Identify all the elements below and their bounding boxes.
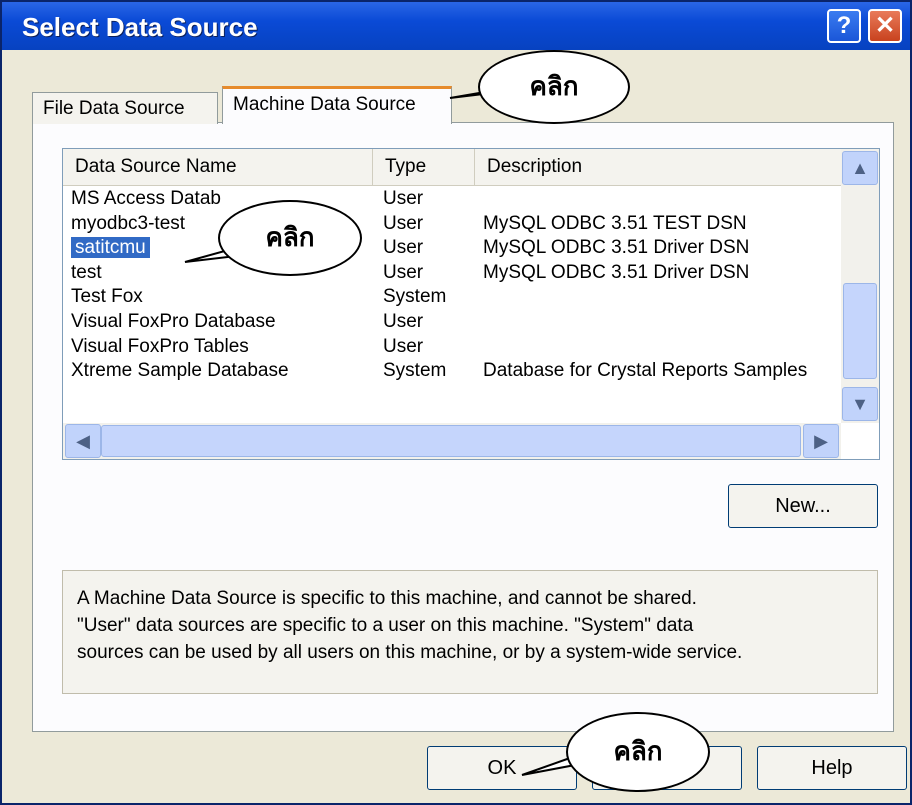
selected-name: satitcmu [71, 237, 150, 259]
table-row[interactable]: myodbc3-test User MySQL ODBC 3.51 TEST D… [63, 212, 841, 237]
table-row[interactable]: Test Fox System [63, 285, 841, 310]
data-source-list[interactable]: Data Source Name Type Description MS Acc… [62, 148, 880, 460]
row-name: Test Fox [71, 286, 143, 308]
row-type: User [383, 261, 424, 283]
title-bar[interactable]: Select Data Source ? ✕ [2, 2, 910, 50]
table-row-selected[interactable]: satitcmu User MySQL ODBC 3.51 Driver DSN [63, 236, 841, 261]
table-row[interactable]: MS Access Datab User [63, 187, 841, 212]
row-description: MySQL ODBC 3.51 Driver DSN [483, 237, 750, 259]
horizontal-scrollbar[interactable]: ◀ ▶ [63, 423, 841, 459]
row-description: Database for Crystal Reports Samples [483, 360, 808, 382]
help-button[interactable]: Help [757, 746, 907, 790]
row-name: Visual FoxPro Tables [71, 335, 249, 357]
table-row[interactable]: test User MySQL ODBC 3.51 Driver DSN [63, 261, 841, 286]
list-rows: MS Access Datab User myodbc3-test User M… [63, 187, 841, 384]
dialog-window: Select Data Source ? ✕ File Data Source … [0, 0, 912, 805]
scroll-up-icon[interactable]: ▲ [842, 151, 878, 185]
tab-file-data-source[interactable]: File Data Source [32, 92, 218, 124]
table-row[interactable]: Xtreme Sample Database System Database f… [63, 359, 841, 384]
tab-machine-data-source[interactable]: Machine Data Source [222, 86, 452, 124]
row-description: MySQL ODBC 3.51 TEST DSN [483, 212, 747, 234]
vertical-scrollbar[interactable]: ▲ ▼ [841, 149, 879, 423]
table-row[interactable]: Visual FoxPro Database User [63, 310, 841, 335]
window-title: Select Data Source [22, 12, 258, 42]
callout-click-row: คลิก [218, 200, 362, 276]
scroll-left-icon[interactable]: ◀ [65, 424, 101, 458]
horizontal-scroll-thumb[interactable] [101, 425, 801, 457]
row-type: System [383, 286, 447, 308]
info-line: "User" data sources are specific to a us… [77, 615, 694, 636]
row-type: User [383, 212, 424, 234]
info-line: A Machine Data Source is specific to thi… [77, 588, 697, 609]
row-type: System [383, 360, 447, 382]
scroll-down-icon[interactable]: ▼ [842, 387, 878, 421]
vertical-scroll-thumb[interactable] [843, 283, 877, 379]
row-type: User [383, 237, 424, 259]
help-title-button[interactable]: ? [827, 9, 861, 43]
new-button[interactable]: New... [728, 484, 878, 528]
column-header-description[interactable]: Description [475, 149, 841, 185]
info-description: A Machine Data Source is specific to thi… [62, 570, 878, 694]
column-header-name[interactable]: Data Source Name [63, 149, 373, 185]
row-type: User [383, 335, 424, 357]
row-type: User [383, 188, 424, 209]
list-header: Data Source Name Type Description [63, 149, 841, 186]
row-name: Xtreme Sample Database [71, 360, 289, 382]
info-line: sources can be used by all users on this… [77, 642, 743, 663]
callout-click-tab: คลิก [478, 50, 630, 124]
close-button[interactable]: ✕ [868, 9, 902, 43]
row-name: Visual FoxPro Database [71, 310, 276, 332]
ok-button[interactable]: OK [427, 746, 577, 790]
scroll-right-icon[interactable]: ▶ [803, 424, 839, 458]
row-description: MySQL ODBC 3.51 Driver DSN [483, 261, 750, 283]
column-header-type[interactable]: Type [373, 149, 475, 185]
row-type: User [383, 310, 424, 332]
table-row[interactable]: Visual FoxPro Tables User [63, 335, 841, 360]
callout-click-ok: คลิก [566, 712, 710, 792]
